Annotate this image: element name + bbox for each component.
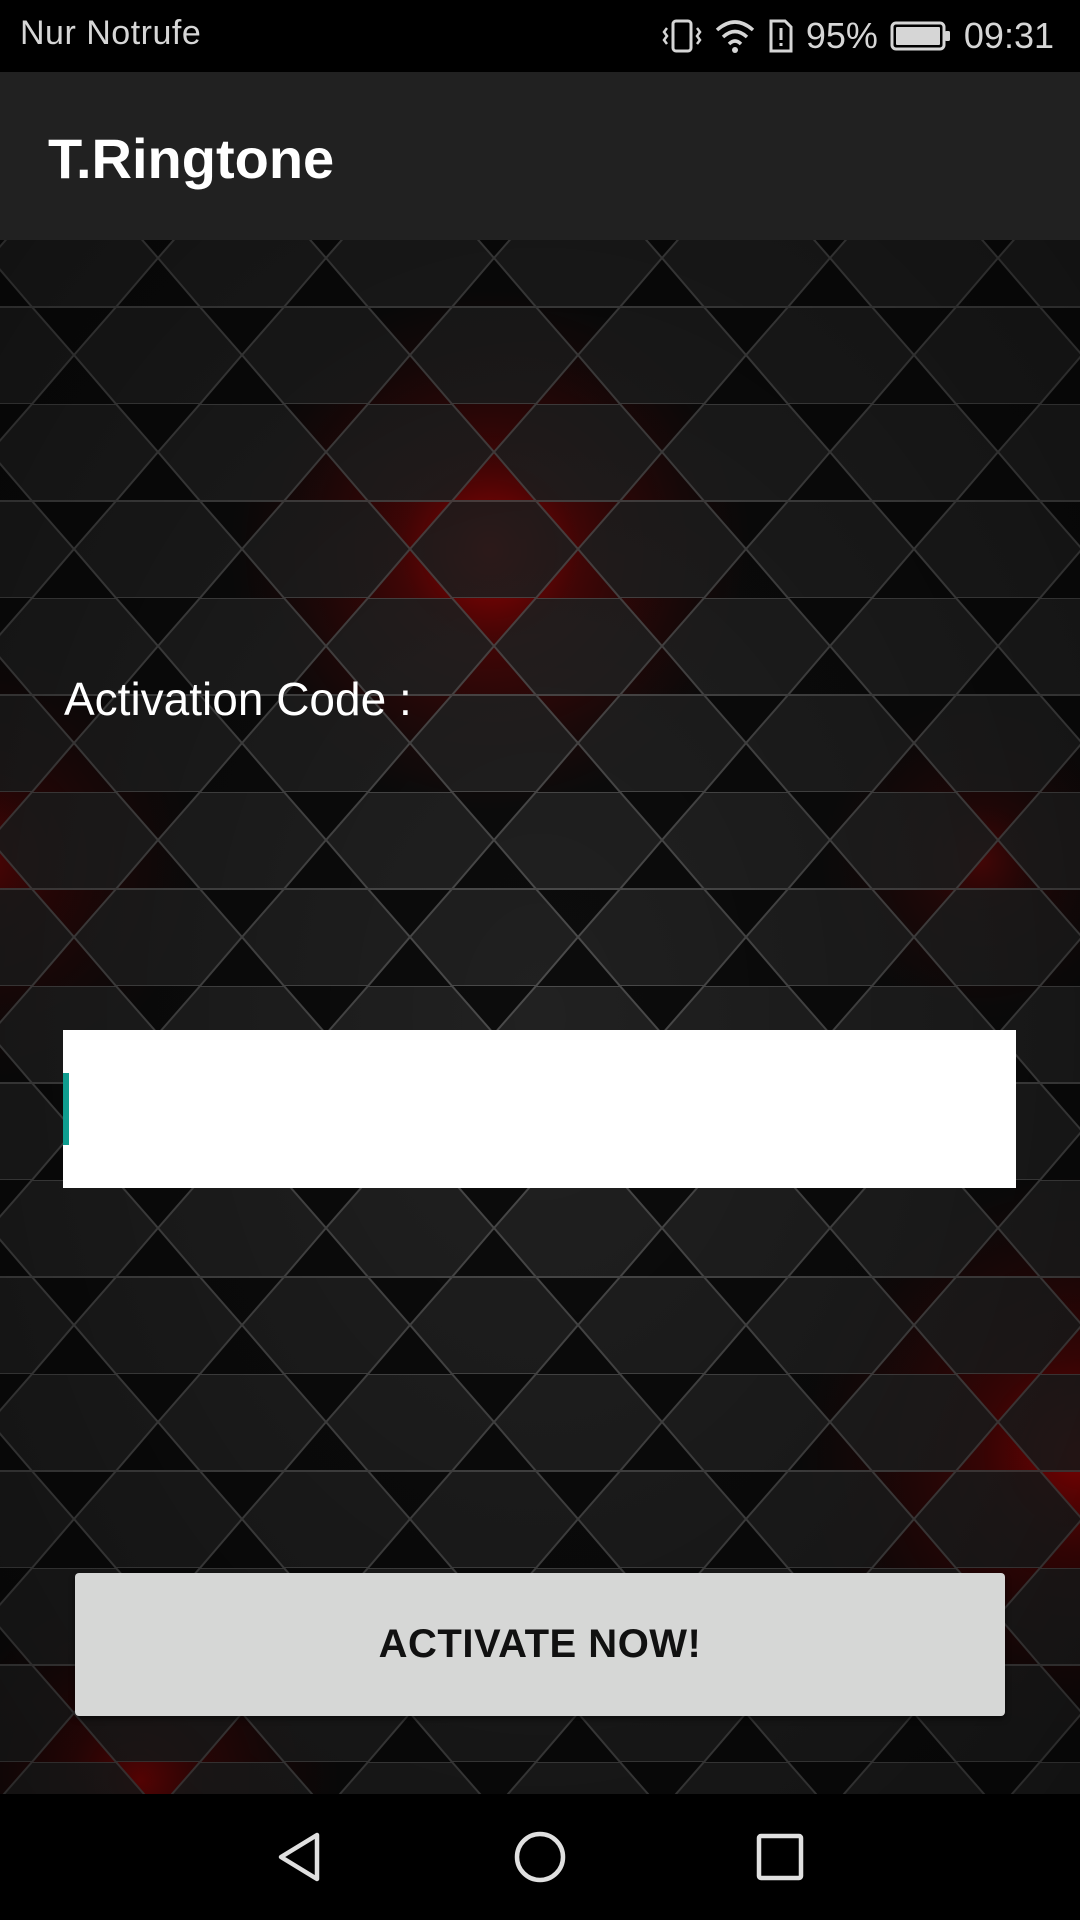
back-icon[interactable] [264, 1822, 334, 1892]
activation-code-input[interactable] [63, 1030, 1016, 1188]
sim-alert-icon [768, 18, 794, 54]
text-cursor [63, 1073, 69, 1145]
clock: 09:31 [963, 15, 1054, 56]
battery-icon [890, 20, 952, 52]
recents-icon[interactable] [745, 1822, 815, 1892]
vibrate-icon [662, 18, 702, 54]
activation-code-label: Activation Code : [64, 673, 412, 725]
carrier-label: Nur Notrufe [20, 14, 202, 52]
battery-percent: 95% [805, 15, 878, 56]
navigation-bar [0, 1794, 1080, 1920]
wifi-icon [714, 18, 756, 54]
status-bar: Nur Notrufe 95% 09:31 [0, 0, 1080, 72]
screen: Nur Notrufe 95% 09:31 T.Ringtone Activat… [0, 0, 1080, 1920]
content-area: Activation Code : ACTIVATE NOW! [0, 240, 1080, 1794]
home-icon[interactable] [505, 1822, 575, 1892]
app-title: T.Ringtone [48, 127, 335, 190]
activate-now-button[interactable]: ACTIVATE NOW! [75, 1573, 1005, 1716]
status-icons: 95% 09:31 [662, 10, 1054, 62]
hexagon-background [0, 240, 1080, 1794]
app-bar: T.Ringtone [0, 72, 1080, 240]
